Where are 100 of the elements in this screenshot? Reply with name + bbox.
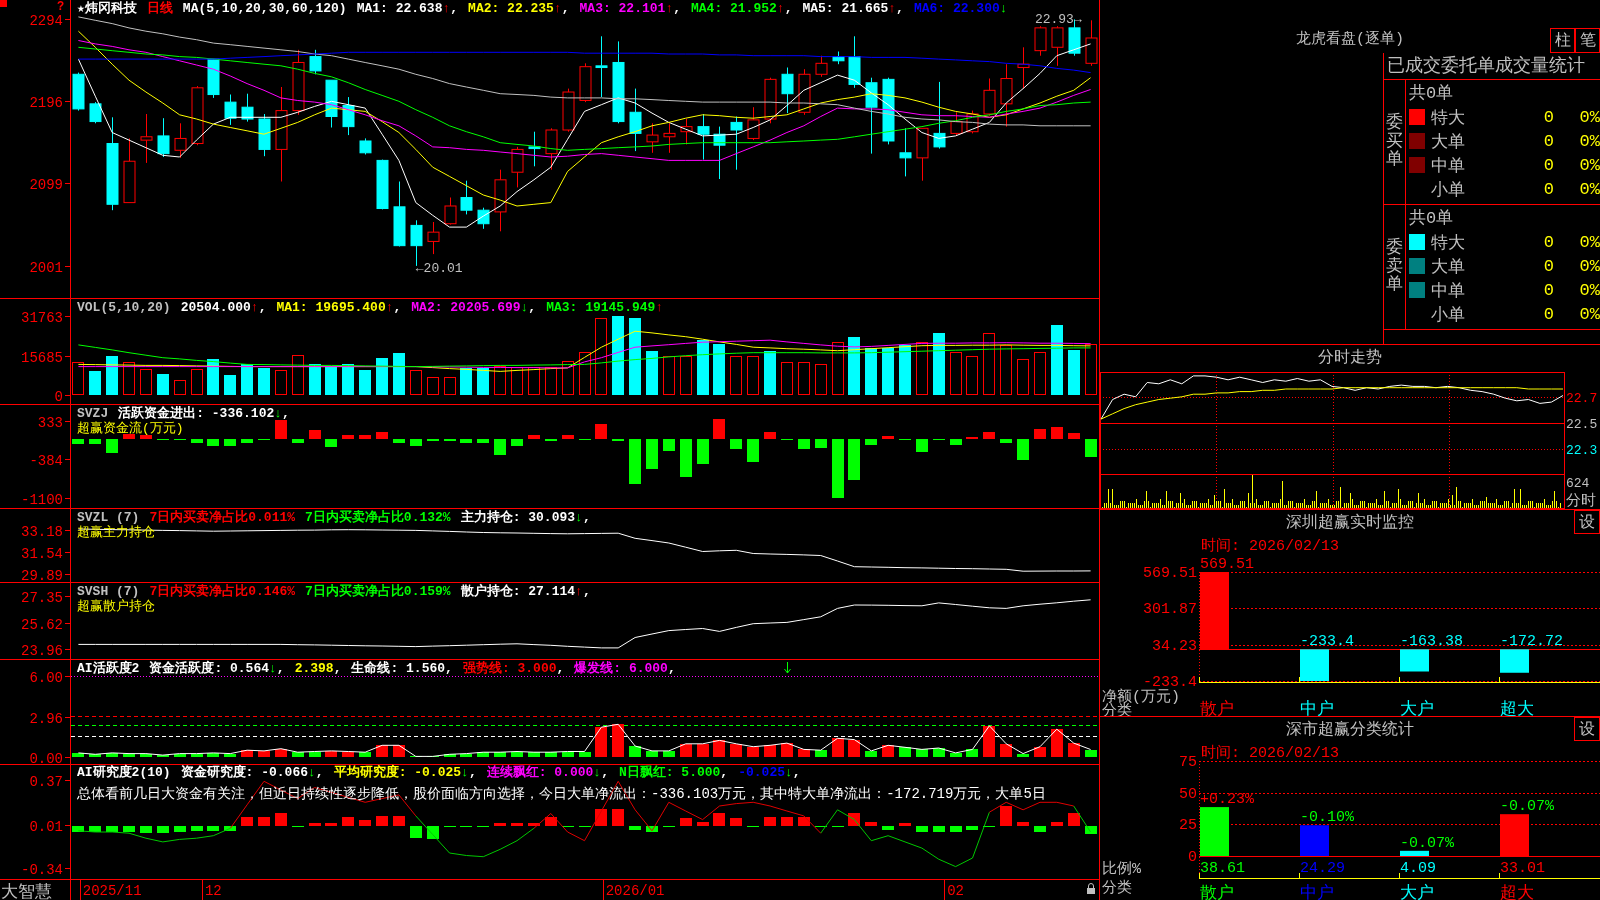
order-size-label: 中单	[1431, 155, 1465, 177]
indicator-label: MA2: 22.235↑,	[468, 1, 570, 16]
panel-title: 龙虎看盘(逐单)	[1296, 29, 1404, 50]
indicator-label: MA3: 19145.949↑	[546, 300, 664, 315]
axis-label: -384	[29, 452, 63, 469]
axis-label: 569.51	[1143, 565, 1197, 582]
category-label: 大户	[1400, 884, 1434, 900]
value-label: 33.01	[1500, 860, 1545, 877]
stats-title: 已成交委托单成交量统计	[1384, 53, 1600, 80]
value-label: 38.61	[1200, 860, 1245, 877]
date-label: 12	[205, 883, 222, 899]
order-count: 0	[1543, 107, 1554, 127]
order-share: 0%	[1579, 179, 1600, 199]
brand-label: 大智慧	[1, 883, 52, 900]
axis-label: 25.62	[21, 616, 63, 633]
axis-label: 23.96	[21, 642, 63, 659]
category-label: 大户	[1400, 700, 1434, 716]
axis-label: 0	[1188, 849, 1197, 866]
indicator-label: ★炜冈科技	[77, 1, 137, 16]
axis-label: 22.7	[1566, 390, 1598, 406]
indicator-caption: 超赢资金流(万元)	[77, 421, 184, 436]
value-label: -163.38	[1400, 633, 1463, 651]
indicator-label: AI研究度2(10)	[77, 765, 171, 780]
order-share: 0%	[1579, 232, 1600, 252]
high-price-label: 22.93→	[1034, 12, 1082, 28]
group-label: 委卖单	[1386, 238, 1403, 296]
indicator-label: 日线	[146, 1, 173, 16]
indicator-label: 生命线: 1.560,	[351, 661, 453, 676]
axis-label: 2294	[29, 12, 63, 29]
change-label: -0.07%	[1500, 798, 1554, 816]
value-label: -172.72	[1500, 633, 1563, 651]
indicator-label: VOL(5,10,20)	[77, 300, 171, 315]
indicator-label: 散户持仓: 27.114↑,	[460, 584, 591, 599]
corner-mark: ?	[57, 0, 65, 14]
axis-label: 2001	[29, 259, 63, 276]
axis-label: 2.96	[29, 710, 63, 727]
indicator-label: 主力持仓: 30.093↓,	[460, 510, 591, 525]
indicator-label: -0.025↓,	[738, 765, 801, 780]
order-share: 0%	[1579, 107, 1600, 127]
group-label: 委买单	[1386, 113, 1403, 171]
axis-label: 33.18	[21, 523, 63, 540]
order-count: 0	[1543, 232, 1554, 252]
order-count: 0	[1543, 131, 1554, 151]
order-count: 0	[1543, 155, 1554, 175]
indicator-label: 强势线: 3.000,	[462, 661, 565, 676]
category-label: 中户	[1300, 700, 1334, 716]
change-label: -0.07%	[1400, 834, 1454, 852]
order-total: 共0单	[1409, 83, 1454, 104]
value-label: 24.29	[1300, 860, 1345, 877]
axis-label: 25	[1179, 817, 1197, 835]
indicator-label: 资金活跃度: 0.564↓,	[149, 661, 285, 676]
date-label: 2025/11	[82, 883, 142, 899]
order-share: 0%	[1579, 280, 1600, 300]
indicator-label: SVZL (7)	[77, 510, 140, 525]
category-label: 超大	[1500, 884, 1534, 900]
axis-label: 34.23	[1152, 637, 1197, 655]
order-size-label: 大单	[1431, 256, 1465, 278]
order-share: 0%	[1579, 155, 1600, 175]
axis-label: 29.89	[21, 567, 63, 582]
category-label: 超大	[1500, 700, 1534, 716]
indicator-label: AI活跃度2	[77, 661, 140, 676]
axis-label: -1100	[21, 491, 63, 508]
indicator-label: 7日内买卖净占比0.159%	[305, 584, 451, 599]
order-size-label: 中单	[1431, 280, 1465, 302]
indicator-label: 20504.000↑,	[180, 300, 267, 315]
order-total: 共0单	[1409, 208, 1454, 229]
value-label: -233.4	[1300, 633, 1354, 651]
axis-title: 分类	[1102, 880, 1132, 897]
axis-label: 27.35	[21, 589, 63, 606]
indicator-label: 爆发线: 6.000,	[574, 661, 676, 676]
indicator-label: SVSH (7)	[77, 584, 140, 599]
indicator-label: MA1: 22.638↑,	[356, 1, 459, 16]
value-label: 4.09	[1400, 860, 1436, 877]
indicator-label: N日飘红: 5.000,	[618, 765, 729, 780]
axis-label: 333	[37, 414, 63, 431]
indicator-label: 活跃资金进出: -336.102↓,	[118, 406, 290, 421]
chart-date: 时间: 2026/02/13	[1201, 745, 1340, 762]
panel-title: 深市超赢分类统计	[1286, 719, 1414, 740]
order-count: 0	[1543, 280, 1554, 300]
axis-label: 6.00	[29, 669, 63, 686]
axis-label: 75	[1179, 754, 1197, 771]
change-label: -0.10%	[1300, 809, 1354, 827]
order-share: 0%	[1579, 256, 1600, 276]
indicator-label: SVZJ	[77, 406, 109, 421]
volume-caption: 分时	[1566, 493, 1596, 509]
order-size-label: 小单	[1431, 179, 1465, 201]
value-label: 569.51	[1200, 556, 1254, 573]
panel-title: 分时走势	[1318, 349, 1382, 367]
axis-label: -0.34	[21, 861, 63, 878]
volume-scale-label: 624	[1566, 476, 1590, 491]
order-share: 0%	[1579, 131, 1600, 151]
order-count: 0	[1543, 179, 1554, 199]
order-size-label: 特大	[1431, 232, 1465, 254]
axis-label: 0.37	[29, 773, 63, 790]
indicator-label: 7日内买卖净占比0.146%	[149, 584, 296, 599]
indicator-label: MA5: 21.665↑,	[802, 1, 904, 16]
indicator-label: MA1: 19695.400↑,	[276, 300, 402, 315]
axis-label: 0.01	[29, 818, 63, 835]
indicator-label: MA(5,10,20,30,60,120)	[182, 1, 347, 16]
axis-label: 0.00	[29, 750, 63, 764]
